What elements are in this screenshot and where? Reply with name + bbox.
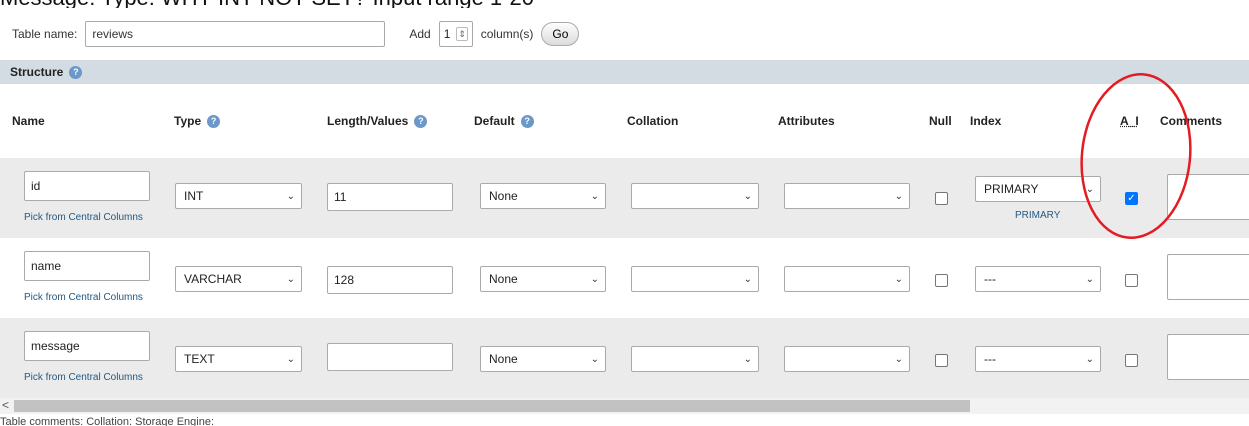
type-select[interactable]: VARCHAR ⌄ bbox=[175, 266, 302, 292]
header-index: Index bbox=[970, 114, 1002, 128]
chevron-down-icon: ⌄ bbox=[894, 273, 903, 285]
scroll-left-arrow-icon[interactable]: < bbox=[2, 398, 9, 412]
default-select[interactable]: None ⌄ bbox=[480, 346, 606, 372]
table-name-bar: Table name: Add 1 ⇕ column(s) Go bbox=[0, 12, 1249, 56]
attributes-select[interactable]: ⌄ bbox=[784, 266, 910, 292]
collation-select[interactable]: ⌄ bbox=[631, 183, 759, 209]
table-row: message Pick from Central Columns TEXT ⌄ … bbox=[0, 318, 1249, 398]
chevron-down-icon: ⌄ bbox=[1085, 273, 1094, 285]
column-name-input[interactable]: id bbox=[24, 171, 150, 201]
pick-central-columns-link[interactable]: Pick from Central Columns bbox=[24, 212, 143, 223]
header-attributes: Attributes bbox=[778, 114, 835, 128]
comments-textarea[interactable] bbox=[1167, 174, 1249, 220]
help-icon[interactable]: ? bbox=[414, 115, 428, 129]
header-default: Default bbox=[474, 114, 515, 128]
header-null: Null bbox=[929, 114, 952, 128]
pick-central-columns-link[interactable]: Pick from Central Columns bbox=[24, 372, 143, 383]
null-checkbox[interactable] bbox=[935, 274, 948, 287]
chevron-down-icon: ⌄ bbox=[894, 190, 903, 202]
add-column-count: 1 bbox=[443, 27, 451, 41]
help-icon[interactable]: ? bbox=[69, 65, 83, 79]
header-comments: Comments bbox=[1160, 114, 1223, 128]
help-icon[interactable]: ? bbox=[207, 115, 221, 129]
chevron-down-icon: ⌄ bbox=[743, 273, 752, 285]
index-select[interactable]: --- ⌄ bbox=[975, 346, 1101, 372]
auto-increment-checkbox[interactable] bbox=[1125, 354, 1138, 367]
length-values-input[interactable]: 11 bbox=[327, 183, 453, 211]
header-collation: Collation bbox=[627, 114, 679, 128]
header-length-values: Length/Values bbox=[327, 114, 409, 128]
header-type-group: Type? bbox=[174, 114, 221, 129]
index-select[interactable]: PRIMARY ⌄ bbox=[975, 176, 1101, 202]
table-name-input[interactable] bbox=[85, 21, 386, 47]
default-value: None bbox=[489, 352, 518, 366]
chevron-down-icon: ⌄ bbox=[1085, 183, 1094, 195]
header-default-group: Default? bbox=[474, 114, 534, 129]
default-select[interactable]: None ⌄ bbox=[480, 266, 606, 292]
auto-increment-checkbox[interactable]: ✓ bbox=[1125, 192, 1138, 205]
chevron-down-icon: ⌄ bbox=[286, 273, 295, 285]
length-values-input[interactable]: 128 bbox=[327, 266, 453, 294]
column-name-input[interactable]: message bbox=[24, 331, 150, 361]
index-value: --- bbox=[984, 352, 996, 366]
chevron-down-icon: ⌄ bbox=[894, 353, 903, 365]
chevron-down-icon: ⌄ bbox=[286, 353, 295, 365]
column-name-input[interactable]: name bbox=[24, 251, 150, 281]
index-value: PRIMARY bbox=[984, 182, 1039, 196]
collation-select[interactable]: ⌄ bbox=[631, 266, 759, 292]
table-row: name Pick from Central Columns VARCHAR ⌄ … bbox=[0, 238, 1249, 318]
null-checkbox[interactable] bbox=[935, 354, 948, 367]
index-primary-label: PRIMARY bbox=[1015, 210, 1061, 221]
cropped-bottom-text: Table comments: Collation: Storage Engin… bbox=[0, 416, 215, 426]
type-value: INT bbox=[184, 189, 204, 203]
go-button[interactable]: Go bbox=[541, 22, 580, 46]
help-icon[interactable]: ? bbox=[520, 115, 534, 129]
header-type: Type bbox=[174, 114, 202, 128]
header-name: Name bbox=[12, 114, 45, 128]
add-label: Add bbox=[409, 27, 431, 41]
comments-textarea[interactable] bbox=[1167, 334, 1249, 380]
chevron-down-icon: ⌄ bbox=[1085, 353, 1094, 365]
chevron-down-icon: ⌄ bbox=[286, 190, 295, 202]
scrollbar-thumb[interactable] bbox=[14, 400, 970, 412]
null-checkbox[interactable] bbox=[935, 192, 948, 205]
pick-central-columns-link[interactable]: Pick from Central Columns bbox=[24, 292, 143, 303]
column-header-row: Name Type? Length/Values? Default? Colla… bbox=[0, 84, 1249, 158]
comments-textarea[interactable] bbox=[1167, 254, 1249, 300]
chevron-down-icon: ⌄ bbox=[590, 190, 599, 202]
chevron-down-icon: ⌄ bbox=[590, 353, 599, 365]
collation-select[interactable]: ⌄ bbox=[631, 346, 759, 372]
table-name-label: Table name: bbox=[12, 27, 78, 41]
chevron-down-icon: ⌄ bbox=[590, 273, 599, 285]
default-value: None bbox=[489, 272, 518, 286]
attributes-select[interactable]: ⌄ bbox=[784, 346, 910, 372]
type-value: TEXT bbox=[184, 352, 215, 366]
chevron-down-icon: ⌄ bbox=[743, 353, 752, 365]
index-select[interactable]: --- ⌄ bbox=[975, 266, 1101, 292]
default-select[interactable]: None ⌄ bbox=[480, 183, 606, 209]
add-column-count-stepper[interactable]: 1 ⇕ bbox=[438, 21, 473, 47]
header-length-group: Length/Values? bbox=[327, 114, 428, 129]
columns-label: column(s) bbox=[480, 27, 534, 41]
default-value: None bbox=[489, 189, 518, 203]
attributes-select[interactable]: ⌄ bbox=[784, 183, 910, 209]
stepper-arrows-icon[interactable]: ⇕ bbox=[456, 27, 468, 41]
header-auto-increment: A_I bbox=[1120, 114, 1139, 128]
type-value: VARCHAR bbox=[184, 272, 242, 286]
type-select[interactable]: TEXT ⌄ bbox=[175, 346, 302, 372]
type-select[interactable]: INT ⌄ bbox=[175, 183, 302, 209]
cropped-top-text: Message: Type: WHY INT NOT SET? Input ra… bbox=[0, 0, 1249, 8]
chevron-down-icon: ⌄ bbox=[743, 190, 752, 202]
index-value: --- bbox=[984, 272, 996, 286]
table-row: id Pick from Central Columns INT ⌄ 11 Non… bbox=[0, 158, 1249, 238]
structure-title: Structure bbox=[10, 65, 64, 79]
auto-increment-checkbox[interactable] bbox=[1125, 274, 1138, 287]
structure-section-bar: Structure ? bbox=[0, 60, 1249, 84]
length-values-input[interactable] bbox=[327, 343, 453, 371]
horizontal-scrollbar[interactable]: < bbox=[0, 398, 1249, 414]
